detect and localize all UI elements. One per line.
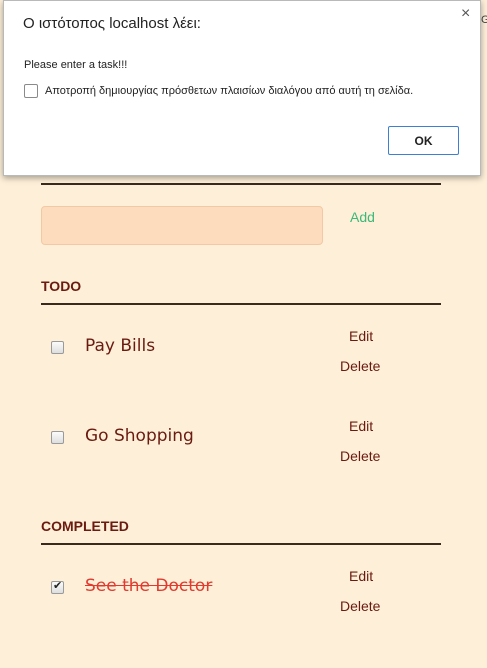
delete-task-button[interactable]: Delete: [340, 448, 380, 464]
edit-task-button[interactable]: Edit: [349, 418, 373, 434]
task-row: Go Shopping Edit Delete: [41, 415, 441, 475]
ok-button[interactable]: OK: [388, 126, 459, 155]
suppress-dialogs-checkbox[interactable]: [24, 84, 38, 98]
completed-divider: [41, 543, 441, 545]
task-row: See the Doctor Edit Delete: [41, 565, 441, 625]
task-label: Pay Bills: [85, 336, 156, 356]
alert-dialog: Ο ιστότοπος localhost λέει: × Please ent…: [3, 0, 481, 176]
edge-text: G: [481, 14, 487, 26]
task-checkbox[interactable]: [51, 341, 64, 354]
task-label: Go Shopping: [85, 426, 194, 446]
todo-divider: [41, 303, 441, 305]
dialog-title: Ο ιστότοπος localhost λέει:: [23, 15, 201, 32]
task-checkbox[interactable]: [51, 431, 64, 444]
new-task-input[interactable]: [41, 206, 323, 245]
suppress-dialogs-label: Αποτροπή δημιουργίας πρόσθετων πλαισίων …: [45, 85, 414, 97]
task-label: See the Doctor: [85, 576, 213, 596]
task-row: Pay Bills Edit Delete: [41, 325, 441, 385]
delete-task-button[interactable]: Delete: [340, 598, 380, 614]
delete-task-button[interactable]: Delete: [340, 358, 380, 374]
completed-section-title: COMPLETED: [41, 518, 129, 534]
divider: [41, 183, 441, 185]
edit-task-button[interactable]: Edit: [349, 328, 373, 344]
close-icon[interactable]: ×: [461, 5, 470, 23]
todo-section-title: TODO: [41, 278, 82, 294]
add-task-button[interactable]: Add: [350, 209, 375, 225]
task-checkbox[interactable]: [51, 579, 64, 594]
dialog-message: Please enter a task!!!: [24, 59, 128, 71]
edit-task-button[interactable]: Edit: [349, 568, 373, 584]
